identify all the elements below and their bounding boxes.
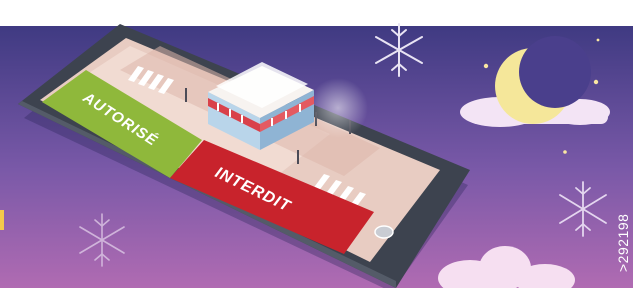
home-button-icon xyxy=(374,225,394,239)
light-glow xyxy=(308,78,368,138)
night-sky-illustration: AUTORISÉ INTERDIT >292198 xyxy=(0,23,633,288)
illustration-scene: AUTORISÉ INTERDIT >292198 xyxy=(0,0,633,288)
reference-code: >292198 xyxy=(615,214,631,272)
edge-fragment xyxy=(0,210,4,230)
